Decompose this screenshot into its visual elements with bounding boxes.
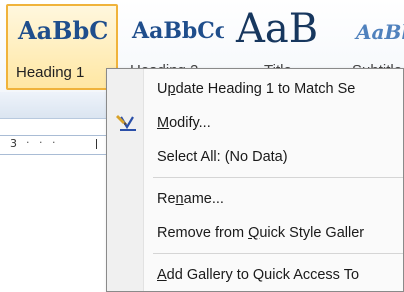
style-tile-heading-1[interactable]: AaBbC Heading 1 (6, 4, 118, 90)
style-preview-heading-2: AaBbCc (132, 18, 224, 44)
modify-style-icon (115, 111, 139, 135)
style-preview-subtitle: AaBl (356, 20, 404, 44)
menu-label-add-gallery: Add Gallery to Quick Access To (157, 267, 360, 283)
menu-label-select-all: Select All: (No Data) (157, 149, 288, 165)
menu-separator (153, 253, 403, 254)
menu-label-rename: Rename... (157, 191, 224, 207)
style-preview-title: AaB (236, 6, 319, 52)
menu-item-rename[interactable]: Rename... (107, 185, 404, 215)
style-label-heading-1: Heading 1 (16, 64, 85, 81)
style-context-menu: Update Heading 1 to Match Se Modify... S… (106, 68, 404, 292)
menu-label-modify: Modify... (157, 115, 211, 131)
menu-label-remove: Remove from Quick Style Galler (157, 225, 365, 241)
menu-separator (153, 177, 403, 178)
document-area: 3 · · · (0, 92, 110, 292)
menu-item-select-all[interactable]: Select All: (No Data) (107, 143, 404, 173)
ruler-marker: 3 (10, 137, 17, 150)
horizontal-ruler[interactable]: 3 · · · (0, 135, 110, 155)
menu-item-update-to-match[interactable]: Update Heading 1 to Match Se (107, 75, 404, 105)
ruler-tick (96, 139, 97, 149)
menu-label-update: Update Heading 1 to Match Se (157, 81, 356, 97)
style-preview-heading-1: AaBbC (18, 16, 109, 45)
menu-item-remove-from-gallery[interactable]: Remove from Quick Style Galler (107, 219, 404, 249)
ribbon-bottom-band (0, 92, 110, 119)
menu-item-modify[interactable]: Modify... (107, 109, 404, 139)
menu-item-add-to-quick-access[interactable]: Add Gallery to Quick Access To (107, 261, 404, 291)
ruler-dots: · · · (26, 136, 59, 149)
